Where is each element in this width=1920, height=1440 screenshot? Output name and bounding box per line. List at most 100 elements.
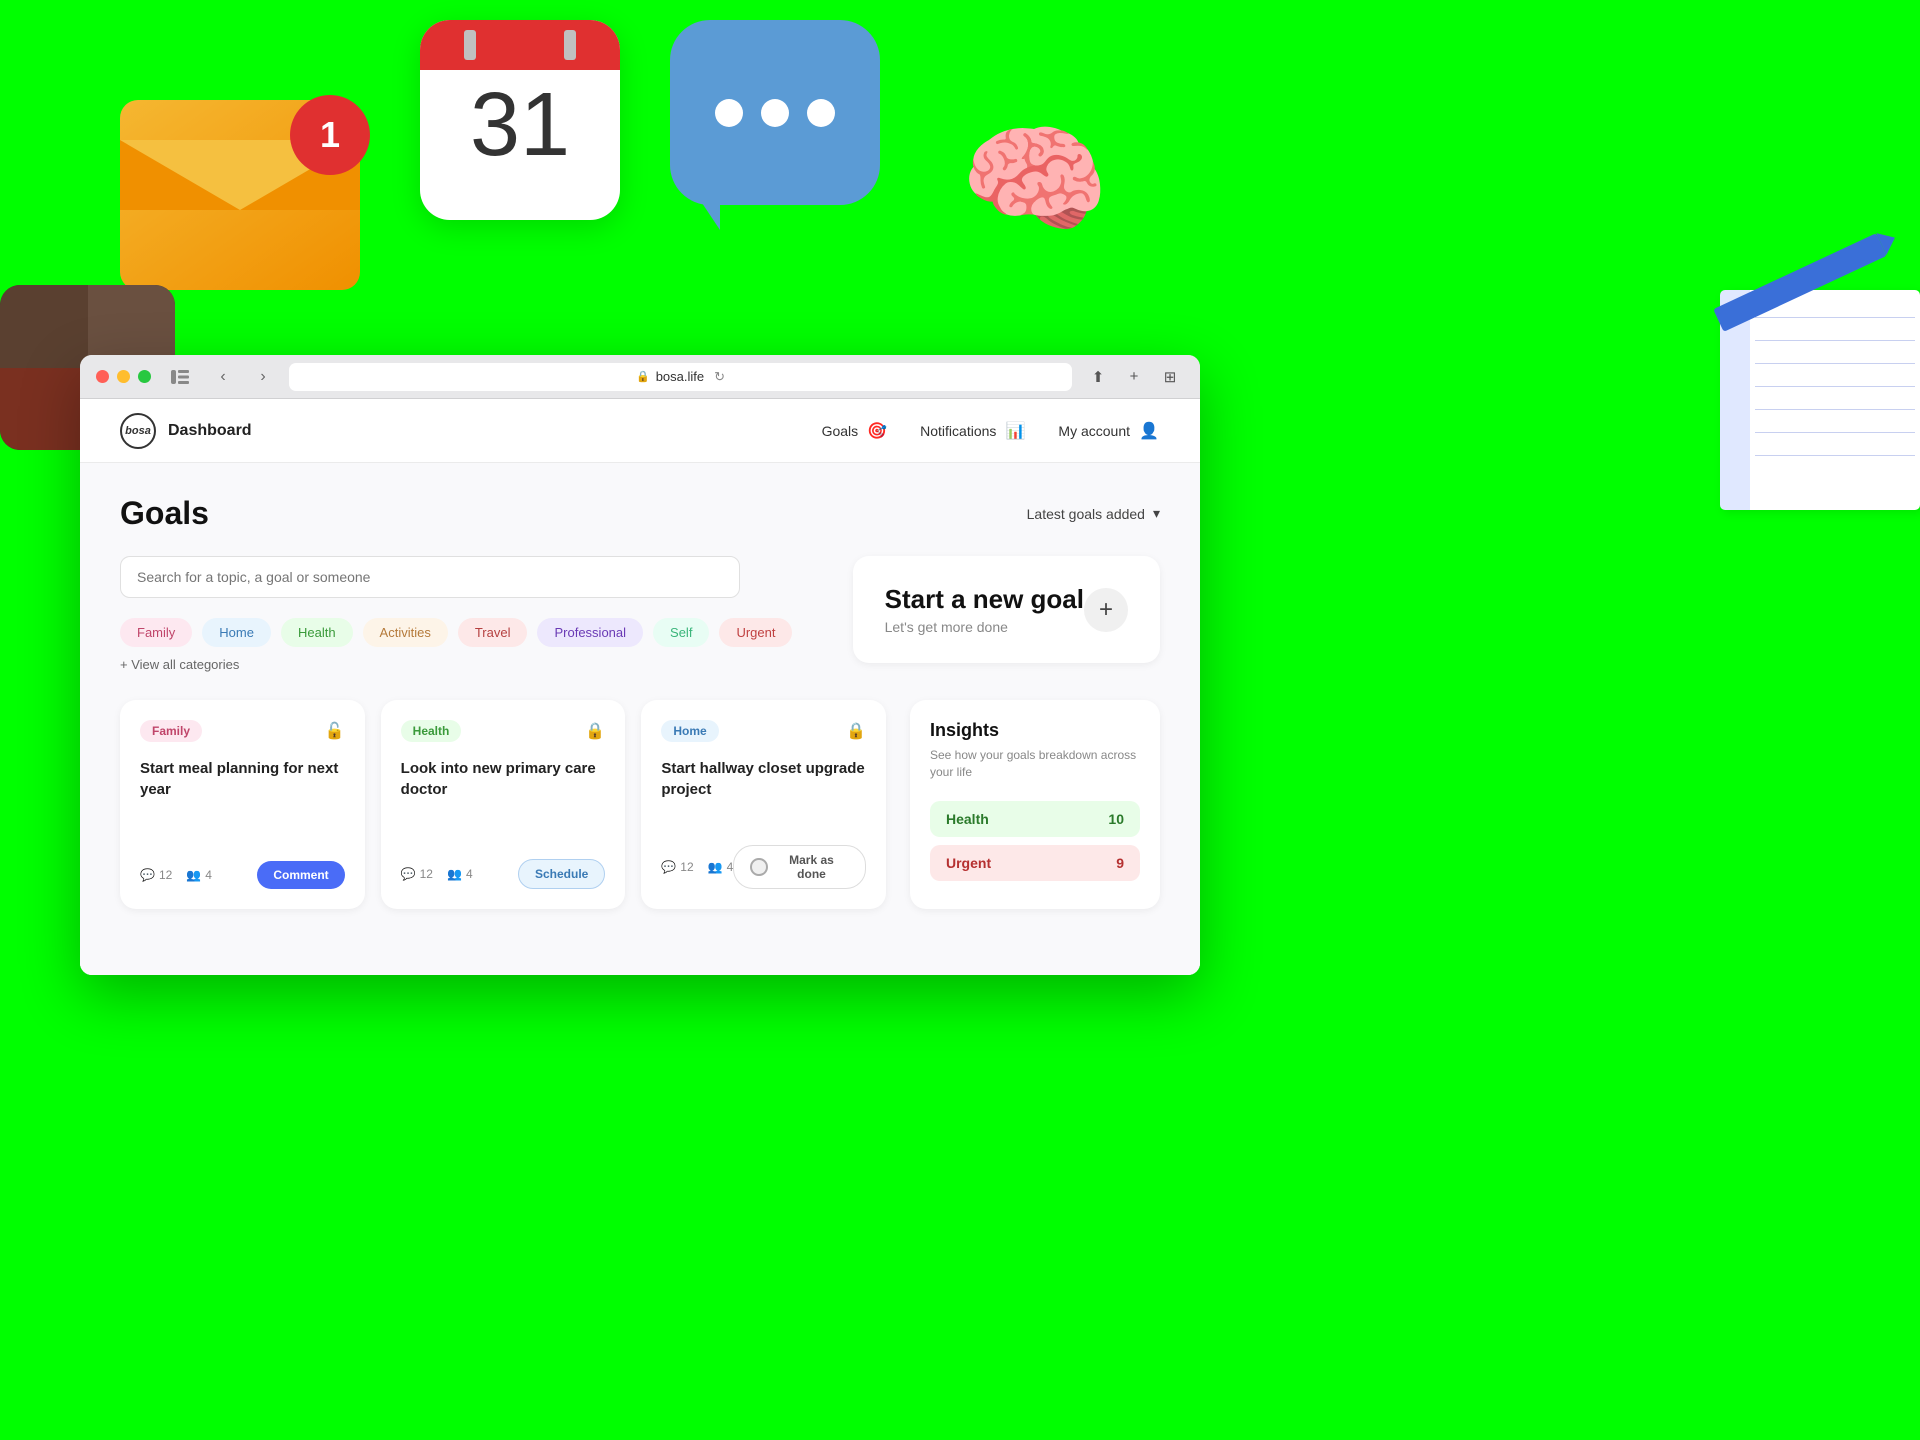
insight-health-label: Health	[946, 811, 989, 827]
goal-footer-family: 💬 12 👥 4 Comment	[140, 861, 345, 889]
refresh-icon: ↻	[714, 369, 725, 385]
lock-icon-home: 🔒	[846, 721, 866, 741]
logo-text: bosa	[125, 425, 151, 437]
email-badge: 1	[290, 95, 370, 175]
people-icon-home: 👥	[708, 860, 723, 874]
comment-icon: 💬	[140, 868, 155, 882]
goal-card-header-health: Health 🔒	[401, 720, 606, 742]
goal-card-header: Family 🔓	[140, 720, 345, 742]
new-goal-subtitle: Let's get more done	[885, 619, 1084, 635]
people-icon-health: 👥	[447, 867, 462, 881]
goal-tag-family: Family	[140, 720, 202, 742]
comment-icon-health: 💬	[401, 867, 416, 881]
new-goal-title: Start a new goal	[885, 584, 1084, 615]
goal-title-health: Look into new primary care doctor	[401, 758, 606, 800]
goal-meta-health: 💬 12 👥 4	[401, 867, 473, 881]
mark-as-done-button[interactable]: Mark as done	[733, 845, 866, 889]
back-button[interactable]: ‹	[209, 363, 237, 391]
insight-bar-urgent: Urgent 9	[930, 845, 1140, 881]
lock-icon-health: 🔒	[585, 721, 605, 741]
category-pill-family[interactable]: Family	[120, 618, 192, 647]
logo-wrap: bosa Dashboard	[120, 413, 252, 449]
insight-bar-health: Health 10	[930, 801, 1140, 837]
address-bar[interactable]: 🔒 bosa.life ↻	[289, 363, 1072, 391]
insights-title: Insights	[930, 720, 1140, 741]
main-content: Family 🔓 Start meal planning for next ye…	[120, 700, 1160, 909]
schedule-button[interactable]: Schedule	[518, 859, 605, 889]
traffic-lights	[96, 370, 151, 383]
people-number-health: 4	[466, 867, 473, 881]
new-goal-section: Start a new goal Let's get more done +	[853, 556, 1160, 663]
view-all-categories[interactable]: + View all categories	[120, 657, 239, 672]
search-input[interactable]	[120, 556, 740, 598]
new-goal-plus-button[interactable]: +	[1084, 588, 1128, 632]
category-pill-activities[interactable]: Activities	[363, 618, 448, 647]
page-title: Goals	[120, 495, 209, 532]
category-pill-self[interactable]: Self	[653, 618, 709, 647]
minimize-button[interactable]	[117, 370, 130, 383]
people-icon: 👥	[186, 868, 201, 882]
goal-tag-home: Home	[661, 720, 718, 742]
lock-icon: 🔓	[325, 721, 345, 741]
people-number: 4	[205, 868, 212, 882]
account-icon: 👤	[1138, 420, 1160, 442]
notifications-icon: 📊	[1004, 420, 1026, 442]
fullscreen-button[interactable]	[138, 370, 151, 383]
grid-view-button[interactable]: ⊞	[1156, 363, 1184, 391]
browser-chrome: ‹ › 🔒 bosa.life ↻ ⬆ + ⊞	[80, 355, 1200, 399]
comment-count: 💬 12	[140, 868, 172, 882]
app-title: Dashboard	[168, 422, 252, 440]
goal-card-header-home: Home 🔒	[661, 720, 866, 742]
share-button[interactable]: ⬆	[1084, 363, 1112, 391]
goal-title-home: Start hallway closet upgrade project	[661, 758, 866, 800]
people-count-health: 👥 4	[447, 867, 473, 881]
forward-button[interactable]: ›	[249, 363, 277, 391]
sort-label: Latest goals added	[1027, 506, 1145, 522]
chat-icon	[670, 20, 880, 205]
sidebar-toggle[interactable]	[163, 363, 197, 391]
goal-card-health: Health 🔒 Look into new primary care doct…	[381, 700, 626, 909]
goals-icon: 🎯	[866, 420, 888, 442]
goals-grid: Family 🔓 Start meal planning for next ye…	[120, 700, 886, 909]
new-goal-text: Start a new goal Let's get more done	[885, 584, 1084, 635]
comment-button[interactable]: Comment	[257, 861, 344, 889]
sort-control[interactable]: Latest goals added ▾	[1027, 505, 1160, 522]
browser-actions: ⬆ + ⊞	[1084, 363, 1184, 391]
brain-icon: 🧠	[960, 120, 1140, 280]
comment-count-home: 💬 12	[661, 860, 693, 874]
category-pill-home[interactable]: Home	[202, 618, 271, 647]
new-tab-button[interactable]: +	[1120, 363, 1148, 391]
page-header: Goals Latest goals added ▾	[120, 495, 1160, 532]
goal-card-home: Home 🔒 Start hallway closet upgrade proj…	[641, 700, 886, 909]
goal-meta-family: 💬 12 👥 4	[140, 868, 212, 882]
app-body: Goals Latest goals added ▾ Family Home H…	[80, 463, 1200, 975]
insight-urgent-label: Urgent	[946, 855, 991, 871]
category-pill-health[interactable]: Health	[281, 618, 353, 647]
my-account-nav-item[interactable]: My account 👤	[1058, 420, 1160, 442]
comment-count-health: 💬 12	[401, 867, 433, 881]
category-pill-urgent[interactable]: Urgent	[719, 618, 792, 647]
header-nav: Goals 🎯 Notifications 📊 My account 👤	[822, 420, 1160, 442]
comment-icon-home: 💬	[661, 860, 676, 874]
calendar-icon: 31	[420, 20, 620, 220]
insight-health-value: 10	[1108, 811, 1124, 827]
goals-nav-item[interactable]: Goals 🎯	[822, 420, 889, 442]
category-pill-professional[interactable]: Professional	[537, 618, 643, 647]
url-text: bosa.life	[656, 369, 704, 384]
notepad-icon	[1720, 290, 1920, 510]
goal-title-family: Start meal planning for next year	[140, 758, 345, 800]
goal-footer-home: 💬 12 👥 4 Mark as done	[661, 845, 866, 889]
browser-window: ‹ › 🔒 bosa.life ↻ ⬆ + ⊞ bosa Dashboard G…	[80, 355, 1200, 975]
goal-meta-home: 💬 12 👥 4	[661, 860, 733, 874]
comment-number: 12	[159, 868, 172, 882]
category-pills: Family Home Health Activities Travel Pro…	[120, 618, 829, 672]
notifications-nav-label: Notifications	[920, 423, 996, 439]
close-button[interactable]	[96, 370, 109, 383]
done-circle-icon	[750, 858, 768, 876]
category-pill-travel[interactable]: Travel	[458, 618, 528, 647]
notifications-nav-item[interactable]: Notifications 📊	[920, 420, 1026, 442]
comment-number-health: 12	[420, 867, 433, 881]
insights-subtitle: See how your goals breakdown across your…	[930, 747, 1140, 781]
goal-tag-health: Health	[401, 720, 462, 742]
app-container: bosa Dashboard Goals 🎯 Notifications 📊 M…	[80, 399, 1200, 975]
